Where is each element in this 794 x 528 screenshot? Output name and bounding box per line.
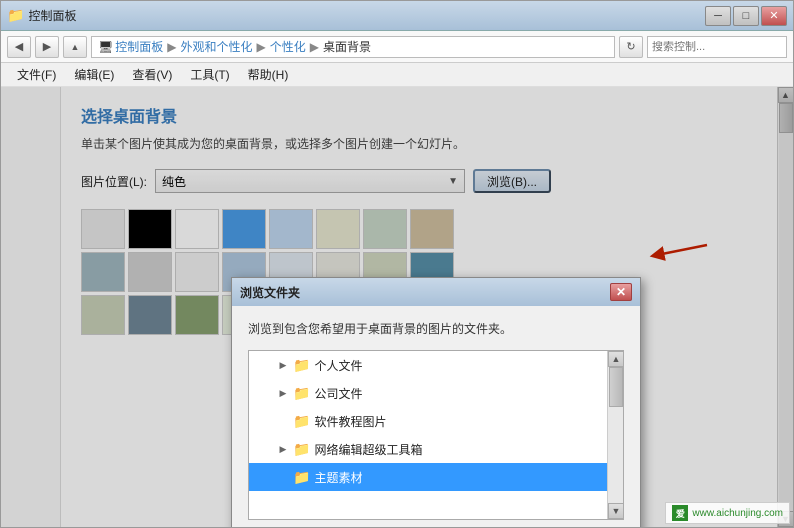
title-bar: 📁 控制面板 ─ □ ✕ — [1, 1, 793, 31]
menu-help[interactable]: 帮助(H) — [240, 64, 297, 85]
tree-scroll-up-button[interactable]: ▲ — [608, 351, 624, 367]
browse-folder-dialog: 浏览文件夹 ✕ 浏览到包含您希望用于桌面背景的图片的文件夹。 ▶📁个人文件▶📁公… — [231, 277, 641, 527]
watermark-text: www.aichunjing.com — [692, 508, 783, 519]
breadcrumb-3[interactable]: 个性化 — [270, 38, 306, 55]
tree-item-label: 网络编辑超级工具箱 — [314, 441, 422, 458]
folder-icon: 📁 — [293, 413, 310, 430]
search-input[interactable] — [652, 41, 794, 53]
folder-icon: 📁 — [293, 469, 310, 486]
main-content: 选择桌面背景 单击某个图片使其成为您的桌面背景，或选择多个图片创建一个幻灯片。 … — [1, 87, 793, 527]
tree-item-1[interactable]: ▶ 📁公司文件 — [249, 379, 607, 407]
main-window: 📁 控制面板 ─ □ ✕ ◀ ▶ ▲ 🖥 控制面板 ▶ 外观和个性化 ▶ 个性化… — [0, 0, 794, 528]
breadcrumb-2[interactable]: 外观和个性化 — [180, 38, 252, 55]
tree-item-3[interactable]: ▶ 📁网络编辑超级工具箱 — [249, 435, 607, 463]
breadcrumb-arrow-3: ▶ — [310, 40, 319, 54]
tree-scroll-thumb[interactable] — [609, 367, 623, 407]
refresh-button[interactable]: ↻ — [619, 36, 643, 58]
tree-item-2[interactable]: 📁软件教程图片 — [249, 407, 607, 435]
folder-icon: 📁 — [293, 385, 310, 402]
menu-bar: 文件(F) 编辑(E) 查看(V) 工具(T) 帮助(H) — [1, 63, 793, 87]
menu-view[interactable]: 查看(V) — [124, 64, 180, 85]
menu-file[interactable]: 文件(F) — [9, 64, 64, 85]
tree-expand-icon — [277, 415, 289, 427]
minimize-button[interactable]: ─ — [705, 6, 731, 26]
title-bar-controls: ─ □ ✕ — [705, 6, 787, 26]
breadcrumb-icon: 🖥 — [98, 40, 113, 54]
back-button[interactable]: ◀ — [7, 36, 31, 58]
dialog-close-button[interactable]: ✕ — [610, 283, 632, 301]
watermark: 爱 www.aichunjing.com — [665, 502, 790, 524]
watermark-logo-text: 爱 — [676, 507, 685, 520]
tree-item-label: 软件教程图片 — [314, 413, 386, 430]
breadcrumb-arrow-1: ▶ — [167, 40, 176, 54]
watermark-logo: 爱 — [672, 505, 688, 521]
dialog-title-text: 浏览文件夹 — [240, 284, 300, 301]
menu-edit[interactable]: 编辑(E) — [66, 64, 122, 85]
folder-icon: 📁 — [293, 441, 310, 458]
tree-item-label: 公司文件 — [314, 385, 362, 402]
breadcrumb-arrow-2: ▶ — [257, 40, 266, 54]
tree-item-0[interactable]: ▶ 📁个人文件 — [249, 351, 607, 379]
tree-scroll-down-button[interactable]: ▼ — [608, 503, 624, 519]
dialog-overlay: 浏览文件夹 ✕ 浏览到包含您希望用于桌面背景的图片的文件夹。 ▶📁个人文件▶📁公… — [1, 87, 793, 527]
address-bar: ◀ ▶ ▲ 🖥 控制面板 ▶ 外观和个性化 ▶ 个性化 ▶ 桌面背景 ↻ 🔍 — [1, 31, 793, 63]
forward-button[interactable]: ▶ — [35, 36, 59, 58]
up-button[interactable]: ▲ — [63, 36, 87, 58]
search-box: 🔍 — [647, 36, 787, 58]
tree-scroll-track[interactable] — [608, 367, 623, 503]
dialog-description: 浏览到包含您希望用于桌面背景的图片的文件夹。 — [248, 320, 624, 338]
file-tree-container: ▶📁个人文件▶📁公司文件 📁软件教程图片▶📁网络编辑超级工具箱 📁主题素材 ▲ … — [248, 350, 624, 520]
title-bar-text: 控制面板 — [28, 7, 76, 24]
window-icon: 📁 — [7, 7, 24, 24]
menu-tools[interactable]: 工具(T) — [182, 64, 237, 85]
tree-expand-icon: ▶ — [277, 443, 289, 455]
tree-expand-icon: ▶ — [277, 387, 289, 399]
tree-expand-icon — [277, 471, 289, 483]
maximize-button[interactable]: □ — [733, 6, 759, 26]
breadcrumb: 🖥 控制面板 ▶ 外观和个性化 ▶ 个性化 ▶ 桌面背景 — [91, 36, 615, 58]
tree-item-label: 个人文件 — [314, 357, 362, 374]
tree-item-label: 主题素材 — [314, 469, 362, 486]
breadcrumb-4: 桌面背景 — [323, 38, 371, 55]
folder-icon: 📁 — [293, 357, 310, 374]
file-tree-inner: ▶📁个人文件▶📁公司文件 📁软件教程图片▶📁网络编辑超级工具箱 📁主题素材 — [249, 351, 607, 519]
tree-expand-icon: ▶ — [277, 359, 289, 371]
tree-item-4[interactable]: 📁主题素材 — [249, 463, 607, 491]
dialog-body: 浏览到包含您希望用于桌面背景的图片的文件夹。 ▶📁个人文件▶📁公司文件 📁软件教… — [232, 306, 640, 527]
title-bar-left: 📁 控制面板 — [7, 7, 705, 24]
file-tree-scrollbar[interactable]: ▲ ▼ — [607, 351, 623, 519]
dialog-title-bar: 浏览文件夹 ✕ — [232, 278, 640, 306]
close-button[interactable]: ✕ — [761, 6, 787, 26]
breadcrumb-1[interactable]: 控制面板 — [115, 38, 163, 55]
